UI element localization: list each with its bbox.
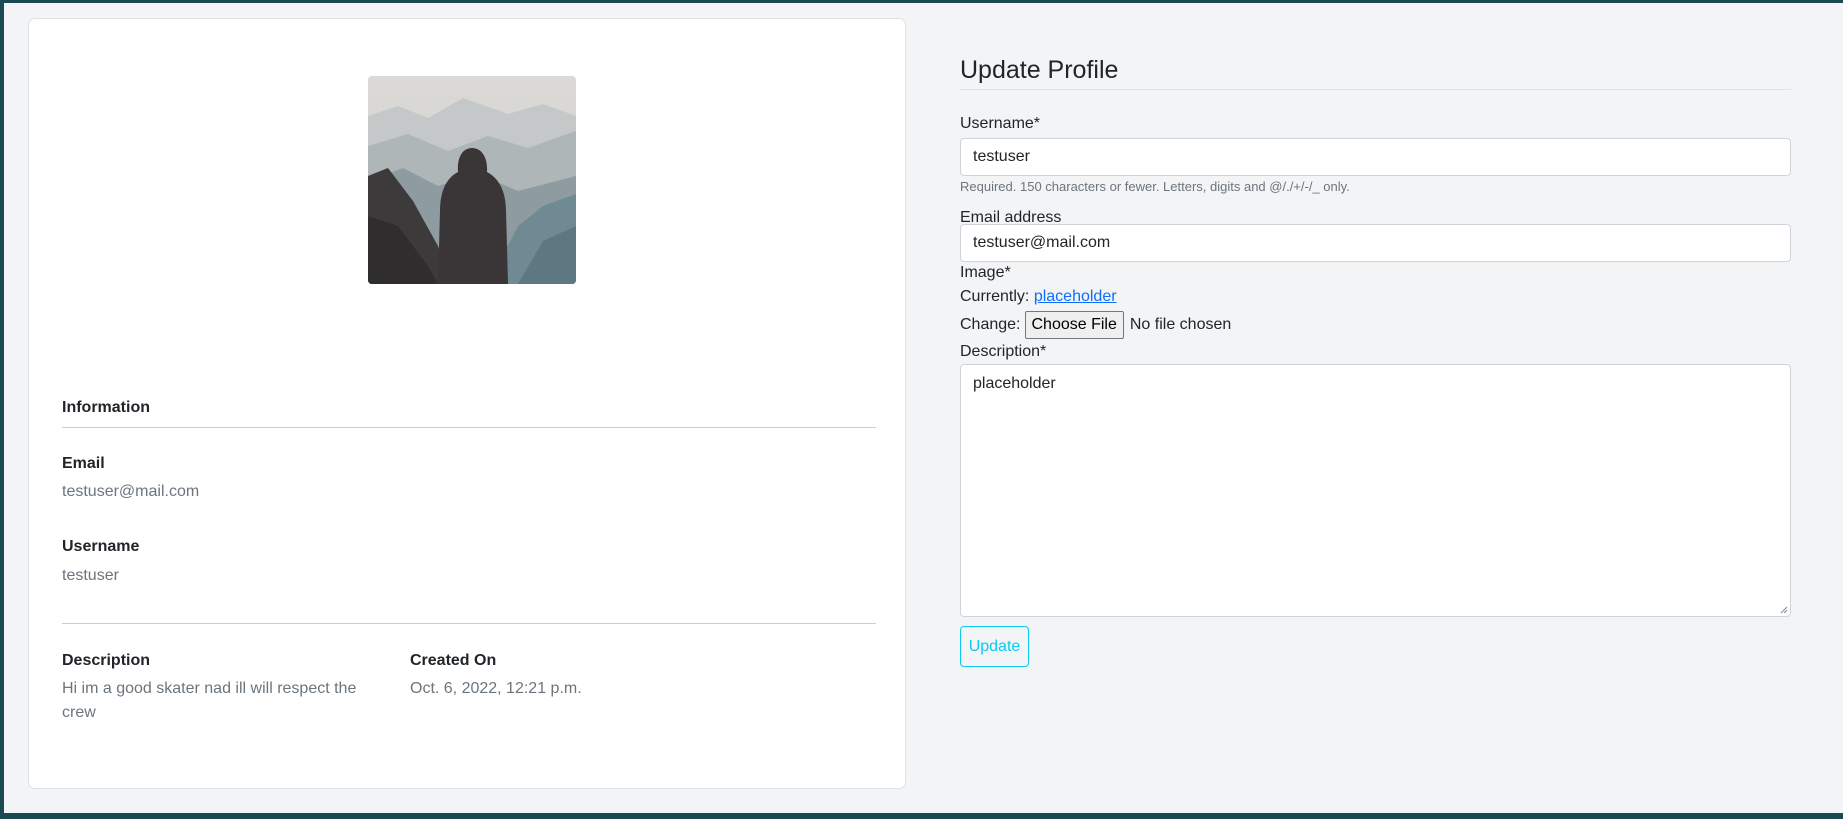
email-value: testuser@mail.com xyxy=(62,483,200,500)
username-label: Username xyxy=(62,538,140,555)
email-label: Email xyxy=(62,455,105,472)
username-value: testuser xyxy=(62,567,119,584)
current-image-link[interactable]: placeholder xyxy=(1034,288,1117,305)
information-heading: Information xyxy=(62,399,150,416)
username-help-text: Required. 150 characters or fewer. Lette… xyxy=(960,179,1350,194)
created-on-value: Oct. 6, 2022, 12:21 p.m. xyxy=(410,680,582,697)
update-profile-title: Update Profile xyxy=(960,56,1119,84)
description-label: Description xyxy=(62,652,151,669)
description-textarea[interactable]: placeholder xyxy=(960,364,1791,617)
currently-label: Currently: xyxy=(960,288,1030,305)
profile-card: Information Email testuser@mail.com User… xyxy=(28,18,906,789)
file-status-text: No file chosen xyxy=(1129,316,1232,333)
description-field-label: Description* xyxy=(960,343,1047,360)
title-divider xyxy=(960,89,1791,90)
current-image-row: Currently: placeholder xyxy=(960,288,1117,306)
description-value: Hi im a good skater nad ill will respect… xyxy=(62,680,357,721)
username-field[interactable]: testuser xyxy=(960,138,1791,176)
created-on-label: Created On xyxy=(410,652,497,669)
update-button[interactable]: Update xyxy=(960,626,1029,667)
details-divider xyxy=(62,623,876,624)
profile-avatar xyxy=(368,76,576,284)
resize-grip-icon[interactable] xyxy=(1780,606,1788,614)
avatar-image xyxy=(368,76,576,284)
image-field-label: Image* xyxy=(960,264,1011,281)
change-image-row: Change: Choose File No file chosen xyxy=(960,311,1231,339)
choose-file-button[interactable]: Choose File xyxy=(1024,311,1124,339)
information-divider xyxy=(62,427,876,428)
change-label: Change: xyxy=(960,316,1021,333)
username-field-label: Username* xyxy=(960,115,1041,132)
email-field[interactable]: testuser@mail.com xyxy=(960,224,1791,262)
page-background: Information Email testuser@mail.com User… xyxy=(4,3,1843,813)
description-textarea-value: placeholder xyxy=(973,375,1056,392)
